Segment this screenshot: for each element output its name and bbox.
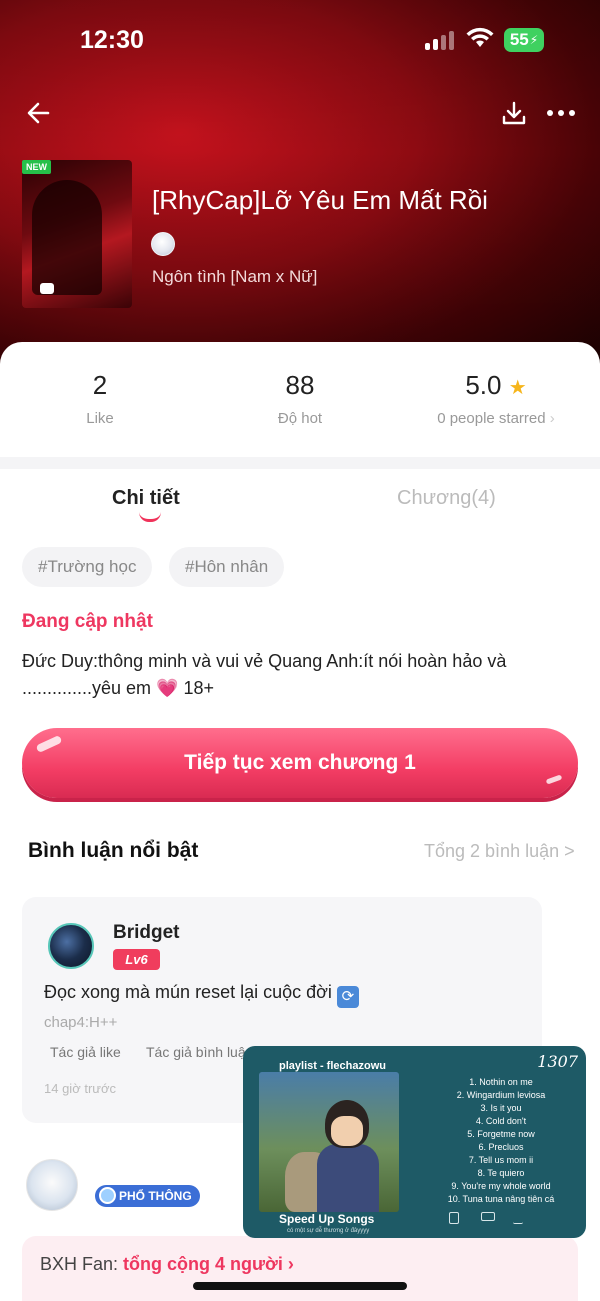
stat-like[interactable]: 2 Like <box>0 370 200 427</box>
continue-reading-button[interactable]: Tiếp tục xem chương 1 <box>22 728 578 798</box>
status-time: 12:30 <box>80 26 144 54</box>
update-status: Đang cập nhật <box>22 611 153 632</box>
tab-active-indicator <box>139 512 161 522</box>
hot-count: 88 <box>285 370 315 400</box>
section-divider <box>0 457 600 469</box>
playlist-song-list: 1. Nothin on me 2. Wingardium leviosa 3.… <box>421 1076 581 1206</box>
like-count: 2 <box>92 370 108 400</box>
song-item: 1. Nothin on me <box>469 1077 533 1087</box>
rating-value: 5.0 <box>465 370 502 400</box>
song-item: 9. You're my whole world <box>451 1181 551 1191</box>
battery-level: 55 <box>509 30 529 49</box>
author-liked-tag: Tác giả like <box>50 1044 121 1060</box>
story-description: Đức Duy:thông minh và vui vẻ Quang Anh:í… <box>22 651 507 698</box>
song-item: 4. Cold don't <box>475 1116 527 1126</box>
floating-playlist-overlay[interactable]: playlist - flechazowu 1307 Speed Up Song… <box>243 1046 586 1238</box>
song-item: 3. Is it you <box>480 1103 522 1113</box>
rank-badge-label: PHỔ THÔNG <box>119 1189 192 1203</box>
playlist-title: Speed Up Songs <box>279 1212 375 1226</box>
wifi-icon <box>466 27 494 47</box>
continue-reading-label: Tiếp tục xem chương 1 <box>184 751 416 774</box>
level-badge: Lv6 <box>113 949 160 970</box>
rating-label: 0 people starred <box>437 410 546 427</box>
song-item: 7. Tell us mom ii <box>468 1155 534 1165</box>
commenter-avatar[interactable] <box>26 1159 78 1211</box>
bars-icon <box>513 1212 523 1224</box>
song-item: 2. Wingardium leviosa <box>456 1090 546 1100</box>
gem-icon <box>99 1187 116 1204</box>
song-item: 5. Forgetme now <box>467 1129 535 1139</box>
song-item: 6. Precluos <box>478 1142 524 1152</box>
toggle-icon <box>481 1212 495 1221</box>
playlist-subtitle: có một sự dễ thương ở đâyyyy <box>287 1228 370 1234</box>
author-replied-tag: Tác giả bình luận <box>146 1044 254 1060</box>
tag-marriage[interactable]: #Hôn nhân <box>169 547 285 587</box>
back-arrow-icon[interactable] <box>26 100 52 126</box>
like-label: Like <box>86 410 114 427</box>
stat-hot[interactable]: 88 Độ hot <box>200 370 400 427</box>
chat-bubble-icon <box>40 283 54 294</box>
stat-rating[interactable]: 5.0 ★ 0 people starred › <box>396 370 596 427</box>
tag-school[interactable]: #Trường học <box>22 547 153 587</box>
comment-body: Đọc xong mà mún reset lại cuộc đời <box>44 982 332 1002</box>
home-indicator <box>193 1282 407 1290</box>
story-title: [RhyCap]Lỡ Yêu Em Mất Rồi <box>152 185 488 215</box>
comment-time: 14 giờ trước <box>44 1081 116 1096</box>
download-icon[interactable] <box>501 100 527 126</box>
playlist-controls <box>449 1212 559 1228</box>
song-item: 8. Te quiero <box>477 1168 525 1178</box>
playlist-logo: 1307 <box>537 1052 578 1071</box>
rank-badge: PHỔ THÔNG <box>95 1185 200 1207</box>
playlist-cover-art <box>259 1072 399 1212</box>
chevron-right-icon: › <box>287 1254 294 1274</box>
new-badge: NEW <box>22 160 51 174</box>
comments-section-title: Bình luận nổi bật <box>28 839 199 862</box>
comment-text: Đọc xong mà mún reset lại cuộc đời ⟳ <box>44 982 359 1008</box>
commenter-avatar[interactable] <box>48 923 94 969</box>
battery-icon: 55 ⚡ <box>504 28 544 52</box>
tab-detail[interactable]: Chi tiết <box>112 487 180 510</box>
signal-icon <box>425 30 457 50</box>
refresh-icon: ⟳ <box>336 986 359 1008</box>
song-item: 10. Tuna tuna nâng tiên cá <box>447 1194 555 1204</box>
fan-ranking-banner[interactable]: BXH Fan: tổng cộng 4 người › <box>22 1236 578 1301</box>
comment-chapter: chap4:H++ <box>44 1014 118 1031</box>
status-bar: 12:30 55 ⚡ <box>0 0 600 80</box>
comments-total-link[interactable]: Tổng 2 bình luận > <box>424 841 575 862</box>
stats-row: 2 Like 88 Độ hot 5.0 ★ 0 people starred … <box>0 342 600 457</box>
more-options-icon[interactable] <box>546 108 576 118</box>
chevron-right-icon: › <box>549 410 555 427</box>
hot-label: Độ hot <box>277 410 323 427</box>
fan-ranking-label: BXH Fan: <box>40 1254 119 1274</box>
star-icon: ★ <box>508 377 527 399</box>
phone-icon <box>449 1212 459 1224</box>
commenter-name[interactable]: Bridget <box>113 922 180 944</box>
tab-chapters[interactable]: Chương(4) <box>397 487 496 510</box>
fan-count: tổng cộng 4 người <box>123 1254 283 1274</box>
playlist-header: playlist - flechazowu <box>279 1060 386 1072</box>
author-avatar[interactable] <box>151 232 175 256</box>
story-genre[interactable]: Ngôn tình [Nam x Nữ] <box>152 267 317 287</box>
story-cover-image[interactable] <box>22 160 132 308</box>
